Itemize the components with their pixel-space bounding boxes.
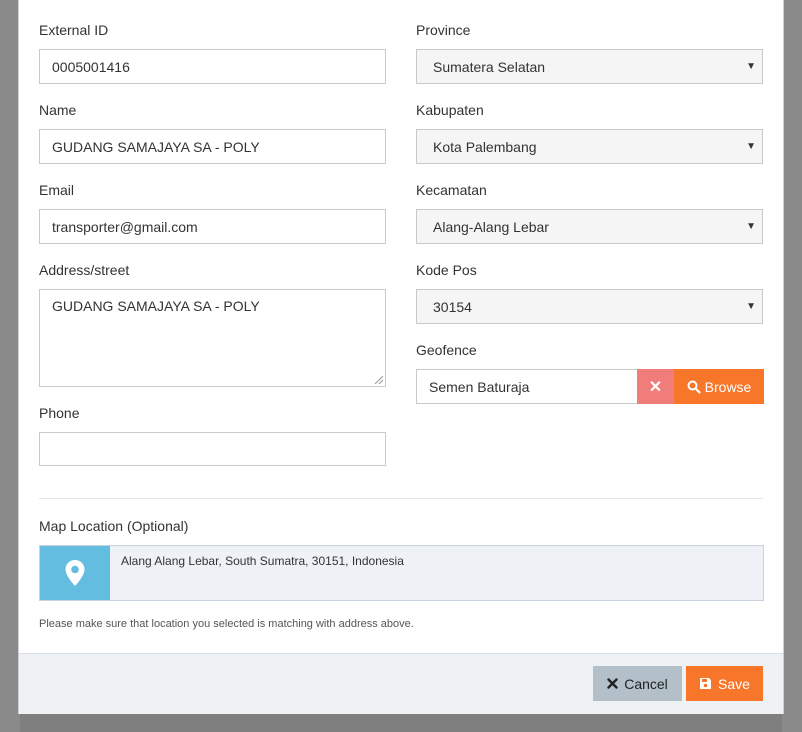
province-value: Sumatera Selatan xyxy=(433,58,546,75)
name-value: GUDANG SAMAJAYA SA - POLY xyxy=(52,138,260,155)
email-input[interactable]: transporter@gmail.com xyxy=(39,209,386,244)
external-id-value: 0005001416 xyxy=(52,58,130,75)
address-label: Address/street xyxy=(39,262,130,278)
email-value: transporter@gmail.com xyxy=(52,218,198,235)
modal-backdrop-left xyxy=(0,0,20,732)
map-location-picker[interactable]: Alang Alang Lebar, South Sumatra, 30151,… xyxy=(39,545,764,601)
cancel-button[interactable]: Cancel xyxy=(593,666,682,701)
province-label: Province xyxy=(416,22,471,38)
modal-footer: Cancel Save xyxy=(19,653,783,714)
kabupaten-select[interactable]: Kota Palembang ▼ xyxy=(416,129,763,164)
section-divider xyxy=(39,498,763,499)
kode-pos-label: Kode Pos xyxy=(416,262,477,278)
close-icon xyxy=(607,678,618,689)
phone-input[interactable] xyxy=(39,432,386,466)
map-pin-icon xyxy=(65,560,85,586)
caret-down-icon: ▼ xyxy=(746,60,756,72)
kode-pos-select[interactable]: 30154 ▼ xyxy=(416,289,763,324)
save-button[interactable]: Save xyxy=(686,666,763,701)
save-icon xyxy=(700,678,712,689)
kabupaten-label: Kabupaten xyxy=(416,102,484,118)
caret-down-icon: ▼ xyxy=(746,220,756,232)
geofence-value: Semen Baturaja xyxy=(429,378,530,395)
location-form-modal: External ID 0005001416 Name GUDANG SAMAJ… xyxy=(18,0,784,714)
cancel-label: Cancel xyxy=(624,675,668,692)
address-textarea[interactable]: GUDANG SAMAJAYA SA - POLY xyxy=(39,289,386,387)
map-pin-button[interactable] xyxy=(40,546,110,600)
external-id-input[interactable]: 0005001416 xyxy=(39,49,386,84)
caret-down-icon: ▼ xyxy=(746,300,756,312)
kecamatan-value: Alang-Alang Lebar xyxy=(433,218,549,235)
modal-backdrop-right xyxy=(782,0,802,732)
name-label: Name xyxy=(39,102,77,118)
caret-down-icon: ▼ xyxy=(746,140,756,152)
email-label: Email xyxy=(39,182,75,198)
name-input[interactable]: GUDANG SAMAJAYA SA - POLY xyxy=(39,129,386,164)
close-icon: ✕ xyxy=(648,378,663,396)
search-icon xyxy=(687,380,701,394)
geofence-clear-button[interactable]: ✕ xyxy=(637,369,674,404)
geofence-input[interactable]: Semen Baturaja xyxy=(416,369,638,404)
kode-pos-value: 30154 xyxy=(433,298,472,315)
province-select[interactable]: Sumatera Selatan ▼ xyxy=(416,49,763,84)
phone-label: Phone xyxy=(39,405,80,421)
geofence-browse-button[interactable]: Browse xyxy=(674,369,764,404)
map-hint-text: Please make sure that location you selec… xyxy=(39,618,414,630)
address-value: GUDANG SAMAJAYA SA - POLY xyxy=(52,298,260,314)
kabupaten-value: Kota Palembang xyxy=(433,138,537,155)
geofence-label: Geofence xyxy=(416,342,477,358)
external-id-label: External ID xyxy=(39,22,109,38)
resize-grip-icon[interactable] xyxy=(375,376,383,384)
save-label: Save xyxy=(718,675,750,692)
kecamatan-select[interactable]: Alang-Alang Lebar ▼ xyxy=(416,209,763,244)
kecamatan-label: Kecamatan xyxy=(416,182,487,198)
map-address-text: Alang Alang Lebar, South Sumatra, 30151,… xyxy=(121,554,404,568)
map-location-label: Map Location (Optional) xyxy=(39,518,189,534)
browse-label: Browse xyxy=(704,378,752,395)
